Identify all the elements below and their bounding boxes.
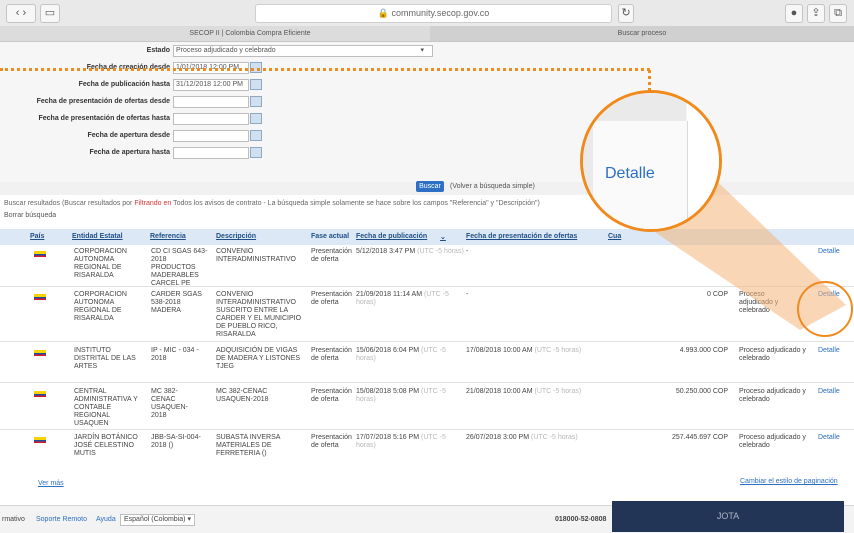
zoom-beam xyxy=(640,165,846,330)
language-select[interactable]: Español (Colombia) ▾ xyxy=(120,514,195,526)
chevron-down-icon: ▾ xyxy=(187,516,191,523)
highlight-circle-small xyxy=(797,281,853,337)
footer-link-ayuda[interactable]: Ayuda xyxy=(96,516,116,524)
jota-label: JOTA xyxy=(716,511,740,521)
footer-phone: 018000-52-0808 xyxy=(555,516,607,523)
zoom-detalle-label: Detalle xyxy=(605,165,655,182)
footer-link-normativo[interactable]: rmativo xyxy=(2,516,25,524)
jota-chat-widget[interactable]: JOTA xyxy=(612,501,844,532)
footer-link-soporte[interactable]: Soporte Remoto xyxy=(36,516,87,524)
language-value: Español (Colombia) xyxy=(124,516,186,523)
zoom-magnifier: Detalle xyxy=(580,90,722,232)
